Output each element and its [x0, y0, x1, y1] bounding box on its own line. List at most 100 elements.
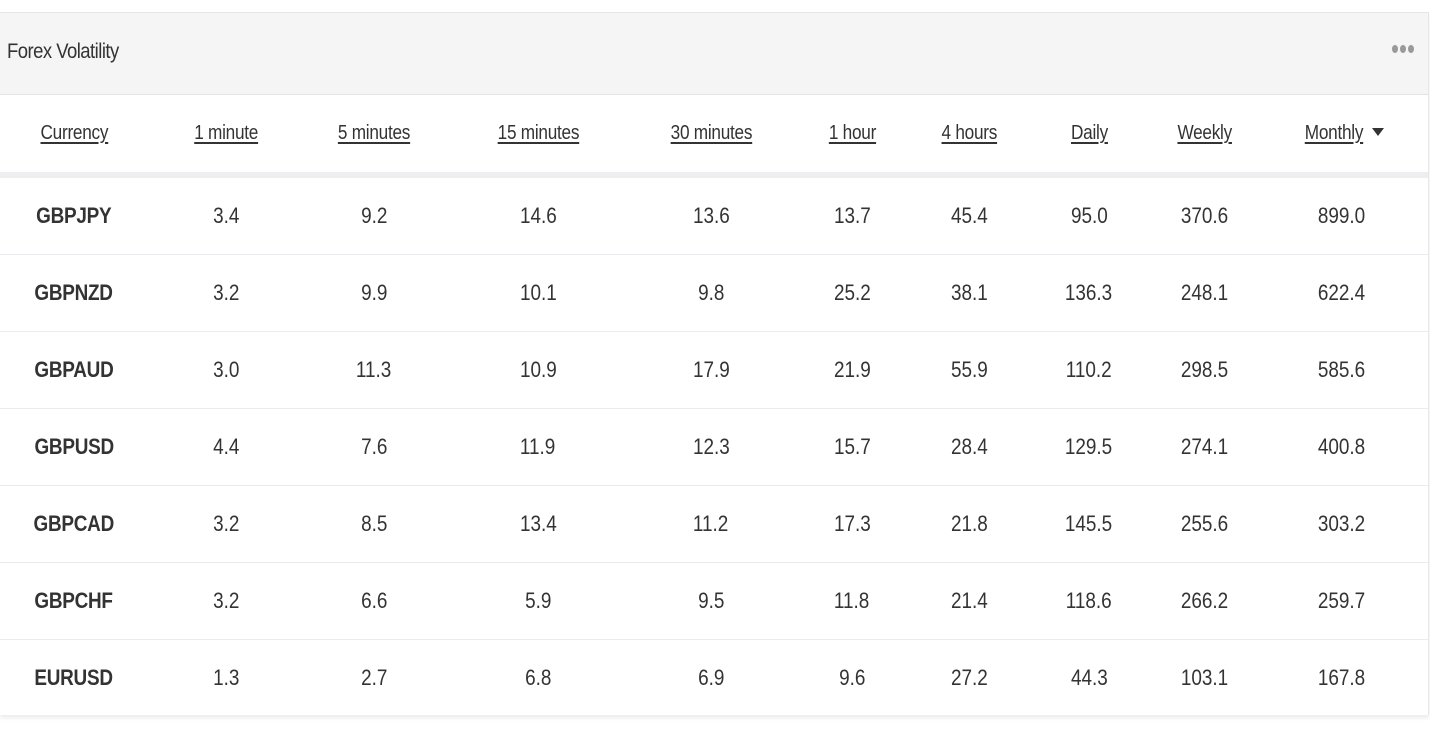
column-header-monthly: Monthly	[1256, 95, 1428, 178]
volatility-cell-m30: 6.9	[632, 640, 790, 717]
volatility-value: 3.2	[212, 588, 240, 613]
volatility-value: 2.7	[360, 665, 388, 690]
volatility-value: 38.1	[950, 280, 988, 305]
volatility-value: 14.6	[519, 203, 557, 228]
currency-pair: GBPCHF	[34, 588, 114, 613]
volatility-value: 28.4	[950, 434, 988, 459]
column-header-weekly: Weekly	[1154, 95, 1256, 178]
currency-pair: GBPJPY	[36, 203, 112, 228]
volatility-cell-daily: 44.3	[1024, 640, 1154, 717]
volatility-cell-h1: 13.7	[790, 175, 914, 255]
volatility-cell-monthly: 259.7	[1256, 562, 1428, 640]
volatility-value: 95.0	[1070, 203, 1108, 228]
dot	[1408, 45, 1414, 53]
volatility-value: 3.0	[212, 357, 240, 382]
sort-link-m15[interactable]: 15 minutes	[497, 122, 579, 145]
column-header-m1: 1 minute	[148, 95, 304, 178]
sort-link-h4[interactable]: 4 hours	[941, 122, 997, 145]
volatility-value: 6.8	[524, 665, 552, 690]
sort-link-weekly[interactable]: Weekly	[1178, 122, 1233, 145]
volatility-value: 248.1	[1181, 280, 1229, 305]
volatility-cell-h4: 27.2	[914, 640, 1024, 717]
volatility-cell-m1: 3.2	[148, 254, 304, 332]
volatility-cell-h1: 9.6	[790, 640, 914, 717]
volatility-value: 103.1	[1181, 665, 1229, 690]
volatility-cell-m15: 10.9	[444, 331, 632, 409]
volatility-value: 303.2	[1318, 511, 1366, 536]
volatility-value: 255.6	[1181, 511, 1229, 536]
volatility-value: 13.4	[519, 511, 557, 536]
volatility-value: 9.6	[838, 665, 866, 690]
column-header-daily: Daily	[1024, 95, 1154, 178]
currency-pair: EURUSD	[34, 665, 114, 690]
volatility-cell-monthly: 899.0	[1256, 175, 1428, 255]
volatility-cell-m30: 11.2	[632, 485, 790, 563]
volatility-cell-monthly: 585.6	[1256, 331, 1428, 409]
volatility-value: 1.3	[212, 665, 240, 690]
volatility-value: 12.3	[692, 434, 730, 459]
volatility-cell-daily: 110.2	[1024, 331, 1154, 409]
volatility-cell-m15: 10.1	[444, 254, 632, 332]
caret-down-icon[interactable]	[1371, 127, 1384, 136]
sort-link-daily[interactable]: Daily	[1071, 122, 1108, 145]
volatility-value: 136.3	[1065, 280, 1113, 305]
volatility-value: 55.9	[950, 357, 988, 382]
volatility-cell-daily: 95.0	[1024, 175, 1154, 255]
volatility-value: 370.6	[1181, 203, 1229, 228]
sort-link-monthly[interactable]: Monthly	[1305, 122, 1364, 145]
volatility-cell-m30: 9.5	[632, 562, 790, 640]
volatility-cell-daily: 136.3	[1024, 254, 1154, 332]
volatility-value: 45.4	[950, 203, 988, 228]
sort-link-m5[interactable]: 5 minutes	[338, 122, 411, 145]
volatility-cell-m15: 14.6	[444, 175, 632, 255]
volatility-value: 6.9	[697, 665, 725, 690]
volatility-cell-m30: 9.8	[632, 254, 790, 332]
volatility-cell-m1: 3.4	[148, 175, 304, 255]
volatility-value: 11.3	[356, 357, 392, 382]
sort-link-m30[interactable]: 30 minutes	[670, 122, 752, 145]
currency-pair: GBPUSD	[34, 434, 114, 459]
table-row: EURUSD 1.3 2.7 6.8 6.9 9.6 27.2 44.3 103.1 167.8	[0, 640, 1428, 717]
volatility-cell-h4: 28.4	[914, 408, 1024, 486]
volatility-cell-weekly: 266.2	[1154, 562, 1256, 640]
column-header-h1: 1 hour	[790, 95, 914, 178]
sort-link-currency[interactable]: Currency	[40, 122, 108, 145]
volatility-value: 9.9	[360, 280, 388, 305]
volatility-value: 5.9	[524, 588, 552, 613]
volatility-value: 9.5	[697, 588, 725, 613]
more-options-icon[interactable]	[1392, 45, 1414, 53]
volatility-value: 21.9	[833, 357, 871, 382]
sort-link-m1[interactable]: 1 minute	[194, 122, 258, 145]
volatility-value: 3.2	[212, 280, 240, 305]
table-body: GBPJPY 3.4 9.2 14.6 13.6 13.7 45.4 95.0 370.6 899…	[0, 175, 1428, 716]
volatility-value: 10.9	[519, 357, 557, 382]
volatility-cell-monthly: 400.8	[1256, 408, 1428, 486]
volatility-cell-m5: 9.9	[304, 254, 444, 332]
sort-link-h1[interactable]: 1 hour	[828, 122, 875, 145]
currency-pair-cell: GBPNZD	[0, 254, 148, 332]
volatility-value: 27.2	[950, 665, 988, 690]
header-row: Currency 1 minute 5 minutes 15 minutes 30 mi…	[0, 95, 1428, 178]
volatility-value: 11.2	[693, 511, 729, 536]
volatility-cell-h1: 21.9	[790, 331, 914, 409]
currency-pair-cell: GBPAUD	[0, 331, 148, 409]
widget-title: Forex Volatility	[7, 40, 119, 63]
volatility-value: 44.3	[1070, 665, 1108, 690]
currency-pair-cell: GBPJPY	[0, 175, 148, 255]
volatility-cell-daily: 129.5	[1024, 408, 1154, 486]
forex-volatility-widget: Forex Volatility Currency 1 minute 5 minut…	[0, 12, 1429, 715]
volatility-cell-h1: 25.2	[790, 254, 914, 332]
column-header-currency: Currency	[0, 95, 148, 178]
volatility-cell-m1: 1.3	[148, 640, 304, 717]
volatility-value: 3.2	[212, 511, 240, 536]
volatility-cell-h1: 15.7	[790, 408, 914, 486]
volatility-cell-m5: 7.6	[304, 408, 444, 486]
volatility-cell-weekly: 255.6	[1154, 485, 1256, 563]
table-row: GBPNZD 3.2 9.9 10.1 9.8 25.2 38.1 136.3 248.1 622…	[0, 254, 1428, 332]
volatility-cell-m30: 17.9	[632, 331, 790, 409]
volatility-cell-weekly: 274.1	[1154, 408, 1256, 486]
table-row: GBPCAD 3.2 8.5 13.4 11.2 17.3 21.8 145.5 255.6 30…	[0, 485, 1428, 563]
volatility-cell-daily: 145.5	[1024, 485, 1154, 563]
currency-pair: GBPNZD	[34, 280, 114, 305]
volatility-cell-h4: 45.4	[914, 175, 1024, 255]
